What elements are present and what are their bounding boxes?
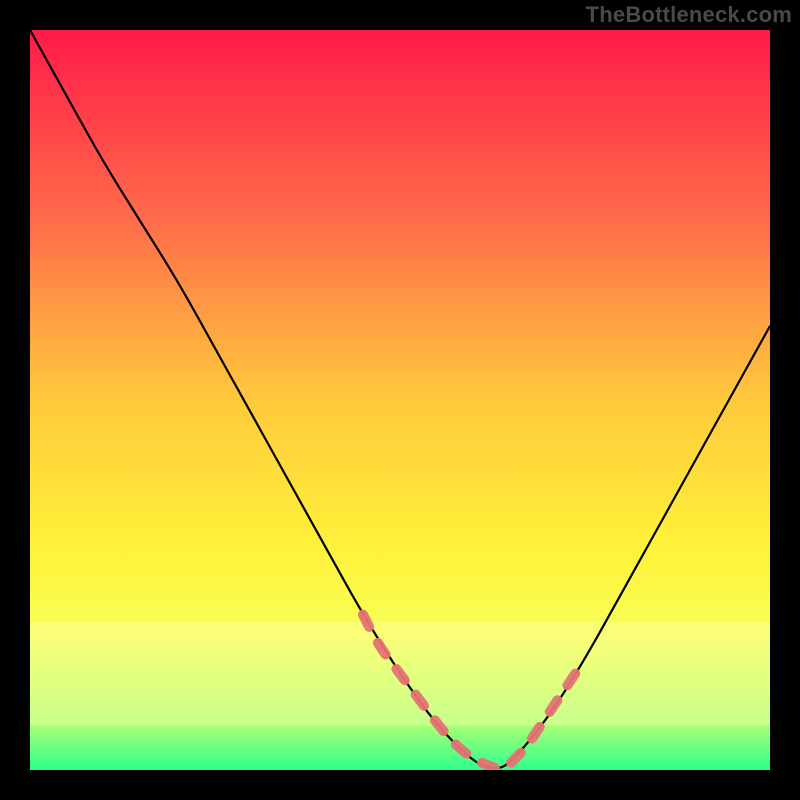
chart-container: TheBottleneck.com — [0, 0, 800, 800]
plot-area — [30, 30, 770, 770]
chart-svg — [30, 30, 770, 770]
watermark-text: TheBottleneck.com — [586, 2, 792, 28]
